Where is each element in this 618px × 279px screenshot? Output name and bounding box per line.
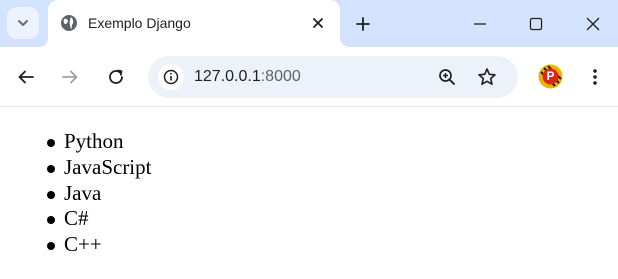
menu-button[interactable] (585, 66, 605, 88)
arrow-left-icon (18, 70, 34, 84)
list-item: Python (24, 129, 151, 155)
tab-search-button[interactable] (7, 7, 39, 39)
language-list: Python JavaScript Java C# C++ (24, 129, 151, 258)
url-host: 127.0.0.1 (194, 68, 261, 85)
bullet (47, 164, 55, 173)
back-button[interactable] (15, 66, 37, 88)
bullet (47, 190, 55, 199)
bullet (47, 216, 55, 225)
tab-close-button[interactable] (308, 13, 328, 33)
arrow-right-icon (62, 70, 78, 84)
minimize-button[interactable] (470, 14, 490, 34)
maximize-button[interactable] (526, 14, 546, 34)
new-tab-button[interactable] (352, 13, 374, 35)
tab-title: Exemplo Django (88, 15, 191, 31)
more-vert-icon (593, 69, 597, 85)
minimize-icon (474, 23, 486, 25)
bullet (47, 139, 55, 147)
list-item-label: C# (64, 206, 89, 231)
reload-icon (109, 69, 123, 84)
star-icon (478, 68, 496, 85)
profile-initial: P (546, 69, 555, 83)
reload-button[interactable] (105, 66, 127, 88)
plus-icon (356, 17, 370, 31)
list-item-label: Python (64, 129, 124, 153)
list-item: C++ (24, 232, 151, 258)
tab-active[interactable]: Exemplo Django (38, 0, 350, 47)
zoom-in-icon (439, 69, 455, 85)
toolbar: 127.0.0.1:8000 P (0, 47, 618, 107)
info-icon (163, 69, 179, 85)
zoom-button[interactable] (436, 66, 458, 88)
list-item-label: C++ (64, 232, 102, 257)
close-window-button[interactable] (583, 14, 603, 34)
list-item-label: JavaScript (64, 154, 152, 179)
globe-icon (61, 15, 77, 31)
list-item: C# (24, 206, 151, 232)
list-item: JavaScript (24, 155, 151, 181)
close-icon (313, 18, 323, 28)
address-bar[interactable]: 127.0.0.1:8000 (148, 56, 518, 98)
close-icon (586, 17, 600, 31)
profile-avatar[interactable]: P (538, 64, 563, 89)
tab-strip: Exemplo Django (0, 0, 618, 47)
bookmark-button[interactable] (476, 66, 498, 88)
site-info-button[interactable] (158, 64, 184, 90)
maximize-icon (529, 17, 543, 31)
list-item: Java (24, 181, 151, 207)
url-port: :8000 (260, 68, 301, 85)
chevron-down-icon (18, 20, 28, 26)
bullet (47, 242, 55, 251)
list-item-label: Java (64, 180, 102, 205)
url-text[interactable]: 127.0.0.1:8000 (194, 68, 301, 86)
forward-button[interactable] (59, 66, 81, 88)
page-content: Python JavaScript Java C# C++ (0, 107, 618, 279)
